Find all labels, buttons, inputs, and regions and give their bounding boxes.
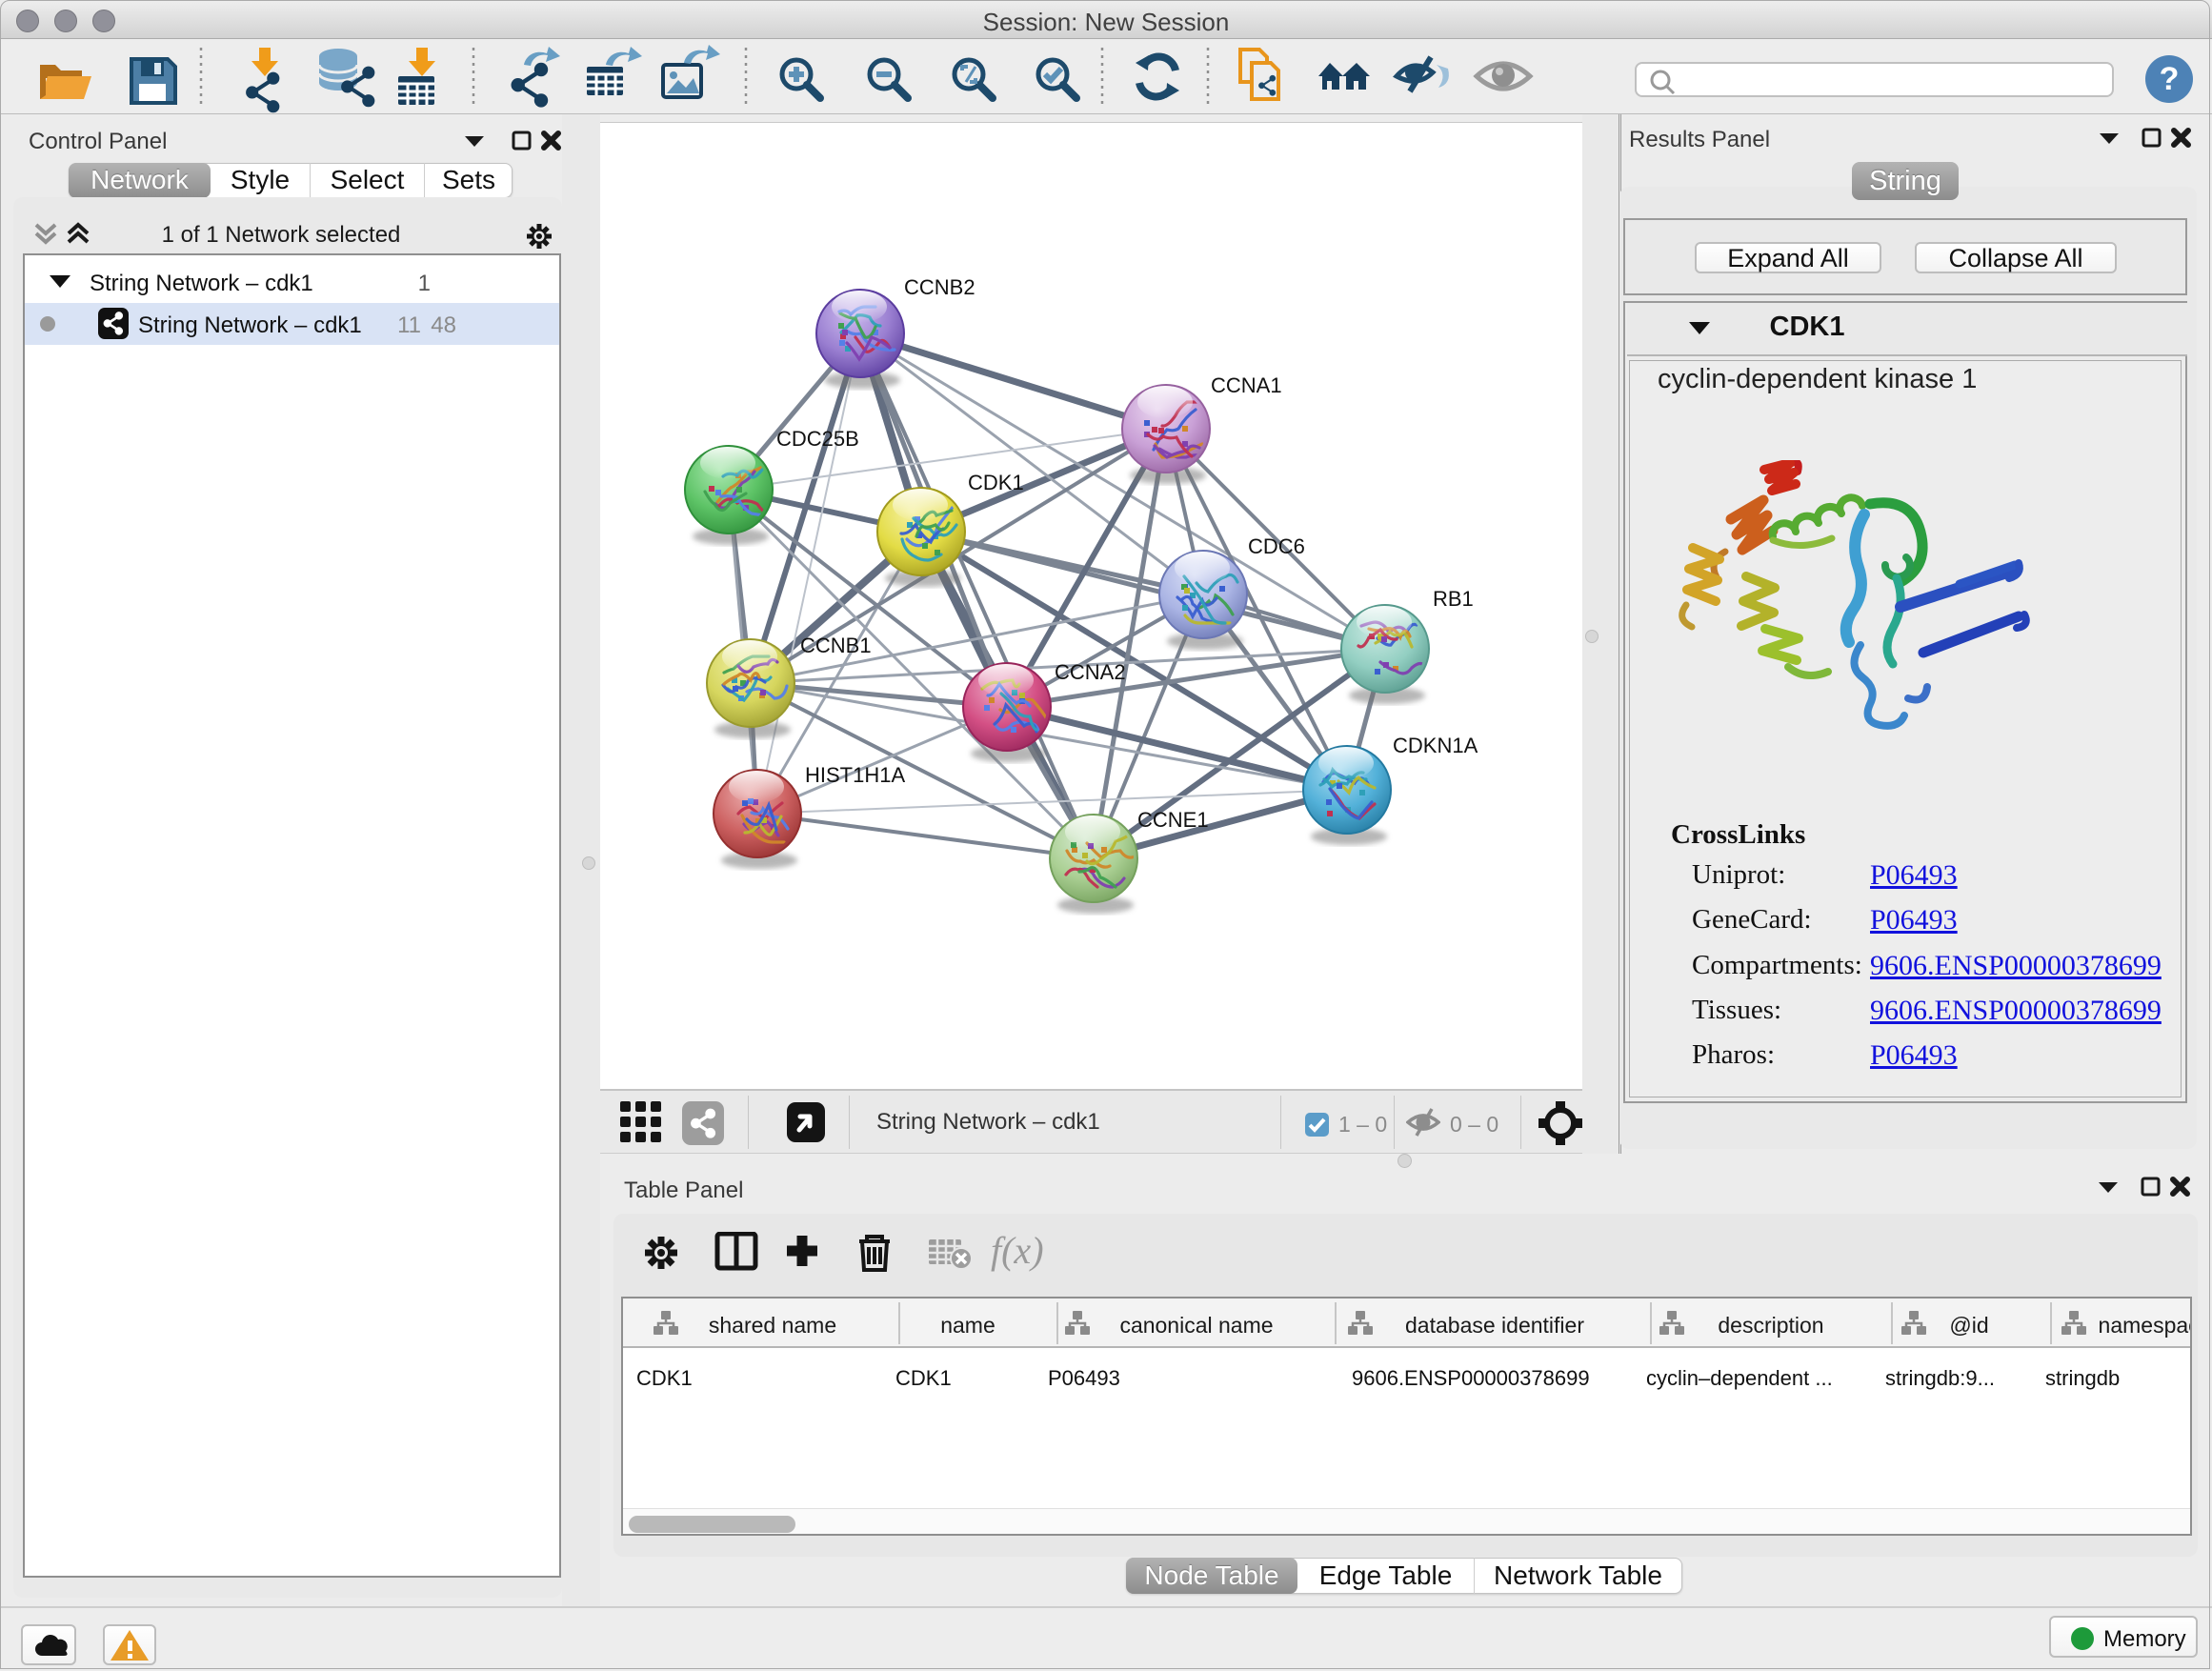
svg-text:name: name <box>940 1313 995 1338</box>
svg-text:canonical name: canonical name <box>1119 1313 1273 1338</box>
svg-text:CDC6: CDC6 <box>1248 534 1305 558</box>
svg-text:?: ? <box>2160 61 2180 97</box>
svg-text:CCNB2: CCNB2 <box>904 275 975 299</box>
svg-text:CCNA2: CCNA2 <box>1055 660 1126 684</box>
svg-text:description: description <box>1718 1313 1823 1338</box>
svg-text:CCNB1: CCNB1 <box>800 634 872 657</box>
svg-text:RB1: RB1 <box>1433 587 1474 611</box>
svg-text:shared name: shared name <box>709 1313 836 1338</box>
svg-text:HIST1H1A: HIST1H1A <box>805 763 905 787</box>
svg-text:CDC25B: CDC25B <box>776 427 859 451</box>
svg-text:database identifier: database identifier <box>1405 1313 1584 1338</box>
svg-text:CCNE1: CCNE1 <box>1137 808 1209 832</box>
svg-text:CCNA1: CCNA1 <box>1211 373 1282 397</box>
svg-text:CDK1: CDK1 <box>968 471 1024 494</box>
svg-text:namespace: namespace <box>2099 1313 2190 1338</box>
svg-text:CDKN1A: CDKN1A <box>1393 734 1478 757</box>
svg-text:f(x): f(x) <box>991 1232 1044 1272</box>
svg-text:@id: @id <box>1949 1313 1988 1338</box>
